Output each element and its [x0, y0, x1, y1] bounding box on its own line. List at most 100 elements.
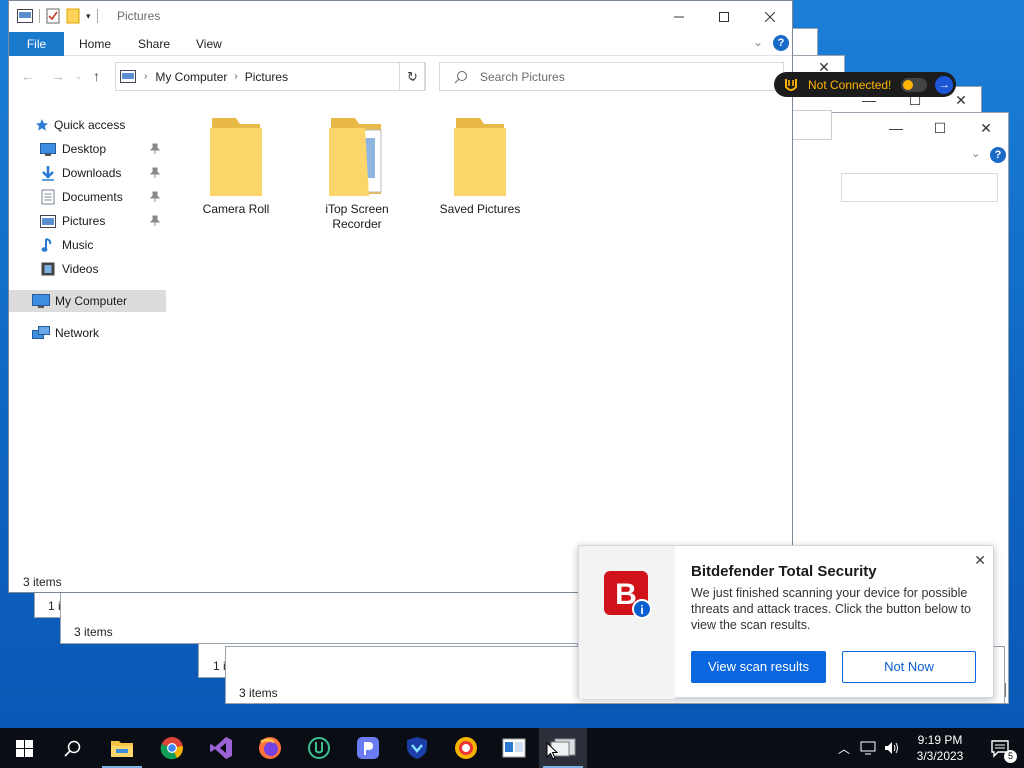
folder-icon	[210, 118, 262, 196]
tab-file[interactable]: File	[9, 32, 64, 56]
tab-home[interactable]: Home	[79, 32, 111, 56]
pin-icon[interactable]	[150, 215, 160, 227]
tab-view[interactable]: View	[196, 32, 222, 56]
nav-pictures[interactable]: Pictures	[9, 210, 166, 232]
chevron-down-icon[interactable]: ▾	[86, 11, 91, 22]
visual-studio-icon	[210, 737, 232, 759]
browser-icon	[455, 737, 477, 759]
bitdefender-logo-icon: B i	[604, 571, 652, 619]
folder-label: iTop Screen Recorder	[325, 202, 389, 231]
computer-icon	[32, 293, 50, 308]
nav-network[interactable]: Network	[9, 322, 166, 344]
notification-count: 5	[1004, 750, 1017, 763]
taskbar-visual-studio[interactable]	[197, 728, 245, 768]
breadcrumb-my-computer[interactable]: My Computer	[155, 70, 227, 84]
chrome-icon	[160, 737, 183, 760]
back-arrow-icon[interactable]: ←	[21, 68, 35, 84]
ribbon-tabs: File Home Share View ⌄ ?	[9, 32, 792, 56]
taskbar-vpn-app[interactable]	[295, 728, 343, 768]
download-arrow-icon	[42, 166, 54, 181]
dropdown-icon[interactable]: ⌄	[75, 71, 83, 82]
explorer-icon	[17, 9, 33, 23]
view-scan-results-button[interactable]: View scan results	[691, 651, 826, 683]
action-center-button[interactable]: 5	[976, 728, 1024, 768]
refresh-button[interactable]: ↻	[399, 62, 426, 91]
vpn-toggle[interactable]	[901, 77, 928, 92]
folder-item[interactable]: iTop Screen Recorder	[307, 114, 407, 232]
status-text: 1 i	[48, 599, 61, 613]
nav-quick-access[interactable]: Quick access	[9, 114, 166, 136]
vpn-app-icon	[308, 737, 330, 759]
pictures-icon	[40, 214, 56, 228]
taskbar-screen-recorder[interactable]	[539, 728, 587, 768]
folder-icon	[454, 118, 506, 196]
help-icon[interactable]: ?	[773, 35, 789, 51]
folder-item[interactable]: Saved Pictures	[430, 114, 530, 216]
system-clock[interactable]: 9:19 PM 3/3/2023	[904, 732, 976, 764]
nav-documents[interactable]: Documents	[9, 186, 166, 208]
taskbar-window-app[interactable]	[490, 728, 538, 768]
folder-item[interactable]: Camera Roll	[186, 114, 286, 216]
nav-videos[interactable]: Videos	[9, 258, 166, 280]
vpn-logo-icon	[785, 78, 797, 91]
nav-label: Network	[55, 326, 100, 340]
background-window-5[interactable]	[792, 110, 832, 140]
network-status-icon[interactable]	[860, 741, 876, 755]
nav-music[interactable]: Music	[9, 234, 166, 256]
nav-desktop[interactable]: Desktop	[9, 138, 166, 160]
cursor-icon	[546, 742, 558, 760]
minimize-button[interactable]	[656, 1, 702, 32]
help-icon[interactable]: ?	[990, 147, 1006, 163]
vpn-status-widget[interactable]: Not Connected! →	[774, 72, 956, 97]
folder-label: Camera Roll	[202, 202, 270, 216]
properties-icon[interactable]	[46, 8, 60, 24]
close-button[interactable]	[747, 1, 793, 32]
close-icon[interactable]: ✕	[974, 552, 986, 569]
search-button[interactable]	[48, 728, 96, 768]
maximize-button[interactable]	[701, 1, 747, 32]
volume-icon[interactable]	[884, 741, 900, 755]
maximize-icon[interactable]: ☐	[920, 115, 960, 143]
taskbar-firefox[interactable]	[246, 728, 294, 768]
search-icon	[454, 70, 467, 83]
minimize-icon[interactable]: —	[876, 115, 916, 143]
notification-toast: B i Bitdefender Total Security We just f…	[578, 545, 994, 699]
not-now-button[interactable]: Not Now	[842, 651, 976, 683]
search-icon	[63, 740, 80, 757]
taskbar-file-explorer[interactable]	[98, 728, 146, 768]
ribbon-expand-icon[interactable]: ⌄	[753, 35, 763, 49]
close-icon	[765, 11, 775, 22]
start-button[interactable]	[0, 728, 48, 768]
breadcrumb-pictures[interactable]: Pictures	[245, 70, 288, 84]
tab-share[interactable]: Share	[138, 32, 170, 56]
nav-my-computer[interactable]: My Computer	[9, 290, 166, 312]
pin-icon[interactable]	[150, 143, 160, 155]
shield-icon	[407, 737, 427, 759]
file-list: Camera Roll iTop Screen Recorder Saved P…	[169, 101, 789, 561]
title-bar[interactable]: ▾ Pictures	[9, 1, 792, 32]
search-input[interactable]: Search Pictures	[439, 62, 784, 91]
pin-icon[interactable]	[150, 191, 160, 203]
toggle-knob	[903, 79, 914, 90]
close-icon[interactable]: ✕	[966, 115, 1006, 143]
connect-arrow-icon[interactable]: →	[935, 75, 954, 94]
nav-downloads[interactable]: Downloads	[9, 162, 166, 184]
up-arrow-icon[interactable]: ↑	[93, 68, 100, 84]
taskbar-browser-app[interactable]	[442, 728, 490, 768]
document-icon	[41, 189, 55, 205]
taskbar-shield-app[interactable]	[393, 728, 441, 768]
taskbar-p-app[interactable]	[344, 728, 392, 768]
quick-access-toolbar: ▾	[17, 8, 98, 24]
firefox-icon	[259, 737, 281, 759]
chevron-up-icon[interactable]: ︿	[838, 740, 850, 757]
new-folder-icon[interactable]	[66, 8, 80, 24]
address-bar[interactable]: › My Computer › Pictures ⌄	[115, 62, 425, 91]
taskbar-chrome[interactable]	[148, 728, 196, 768]
search-box[interactable]	[841, 173, 998, 202]
status-text: 3 items	[239, 686, 278, 700]
forward-arrow-icon[interactable]: →	[51, 68, 65, 84]
nav-label: Videos	[62, 262, 99, 276]
background-window-7[interactable]: 3 items	[60, 592, 580, 644]
chevron-down-icon[interactable]: ⌄	[971, 147, 980, 160]
pin-icon[interactable]	[150, 167, 160, 179]
